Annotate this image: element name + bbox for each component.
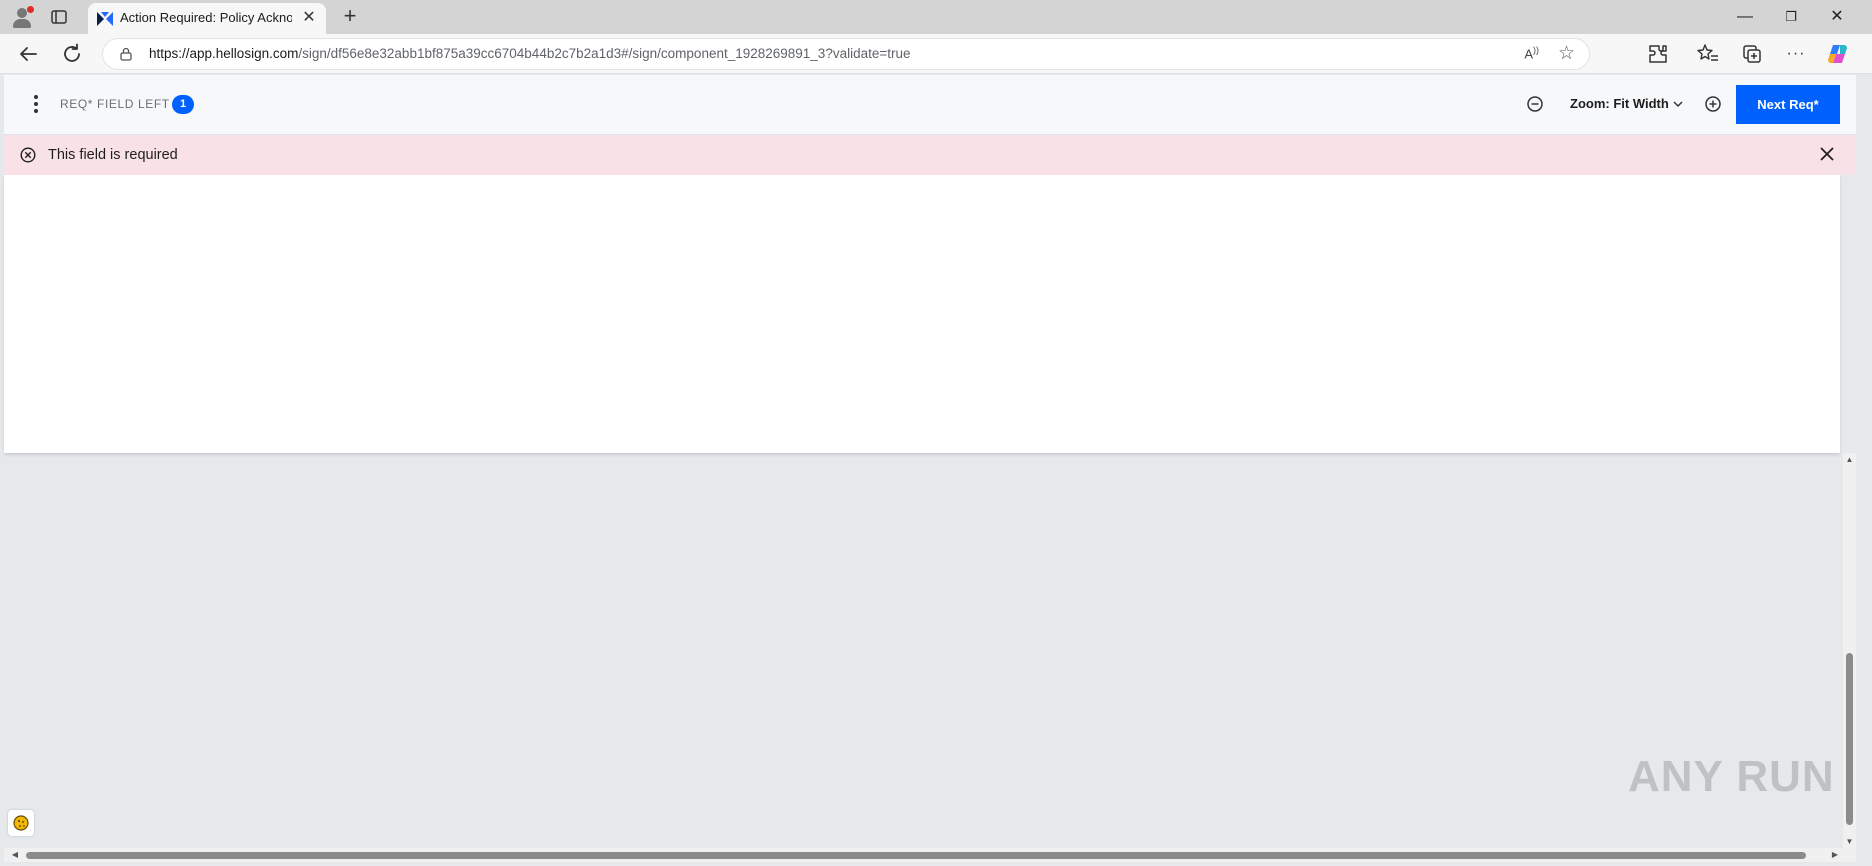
tab-actions-icon[interactable] [50,8,68,26]
more-options-icon[interactable] [32,95,40,115]
favorites-icon[interactable] [1696,42,1720,66]
cookie-settings-button[interactable] [8,810,34,836]
cookie-icon [13,815,29,831]
scroll-right-icon[interactable]: ▶ [1830,850,1840,860]
url-text[interactable]: https://app.hellosign.com/sign/df56e8e32… [149,46,911,61]
dropbox-sign-favicon [97,12,113,26]
tab-title: Action Required: Policy Acknowle [120,10,292,25]
new-tab-button[interactable]: + [338,5,362,29]
profile-icon[interactable] [10,5,34,29]
error-banner: This field is required [4,135,1856,175]
zoom-out-icon[interactable] [1525,94,1545,114]
copilot-icon[interactable] [1826,42,1850,66]
scroll-left-icon[interactable]: ◀ [10,850,20,860]
favorite-star-icon[interactable]: ☆ [1558,42,1575,65]
url-path: /sign/df56e8e32abb1bf875a39cc6704b44b2c7… [298,46,911,61]
close-window-button[interactable]: ✕ [1814,0,1860,34]
anyrun-watermark: ANY RUN [1628,752,1835,801]
scroll-up-icon[interactable]: ▲ [1845,455,1854,465]
browser-tab-active[interactable]: Action Required: Policy Acknowle ✕ [88,3,326,34]
more-icon[interactable]: ··· [1784,42,1808,66]
read-aloud-icon[interactable]: A)) [1524,45,1539,61]
error-message: This field is required [48,147,178,163]
close-tab-icon[interactable]: ✕ [300,9,318,27]
vertical-scrollbar[interactable]: ▲ ▼ [1843,453,1856,849]
url-host: https://app.hellosign.com [149,46,299,61]
error-circle-icon [20,147,36,163]
vertical-scroll-thumb[interactable] [1846,653,1853,825]
browser-tab-strip: Action Required: Policy Acknowle ✕ + — ❐… [0,0,1872,34]
document-page[interactable] [4,175,1840,453]
collections-icon[interactable] [1740,42,1764,66]
address-bar[interactable]: https://app.hellosign.com/sign/df56e8e32… [102,38,1590,70]
extensions-icon[interactable] [1646,42,1670,66]
minimize-button[interactable]: — [1722,0,1768,34]
zoom-dropdown[interactable]: Zoom: Fit Width [1570,96,1683,111]
horizontal-scrollbar[interactable]: ◀ ▶ [4,848,1856,862]
close-banner-icon[interactable] [1818,145,1836,163]
chevron-down-icon [1673,101,1683,108]
scroll-down-icon[interactable]: ▼ [1845,837,1854,847]
lock-icon[interactable] [119,47,133,61]
zoom-in-icon[interactable] [1703,94,1723,114]
horizontal-scroll-thumb[interactable] [26,852,1806,859]
zoom-label: Zoom: Fit Width [1570,96,1669,111]
next-required-button[interactable]: Next Req* [1736,85,1840,124]
signing-toolbar: REQ* FIELD LEFT 1 Zoom: Fit Width Next R… [4,75,1856,135]
browser-nav-bar: https://app.hellosign.com/sign/df56e8e32… [0,34,1872,74]
required-fields-count-badge: 1 [172,95,194,114]
required-fields-label: REQ* FIELD LEFT [60,97,170,111]
refresh-icon[interactable] [60,42,84,66]
back-icon[interactable] [16,42,40,66]
maximize-button[interactable]: ❐ [1768,0,1814,34]
